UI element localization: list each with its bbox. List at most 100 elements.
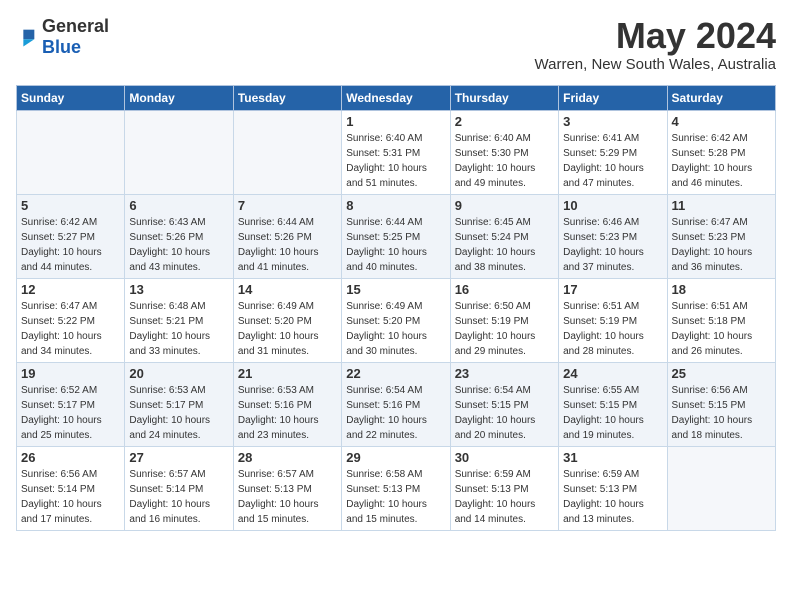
day-info: Sunrise: 6:59 AM Sunset: 5:13 PM Dayligh… bbox=[563, 467, 662, 527]
day-number: 30 bbox=[455, 450, 554, 465]
calendar-day-cell bbox=[17, 110, 125, 194]
day-info: Sunrise: 6:49 AM Sunset: 5:20 PM Dayligh… bbox=[346, 299, 445, 359]
day-number: 18 bbox=[672, 282, 771, 297]
calendar-day-cell: 10Sunrise: 6:46 AM Sunset: 5:23 PM Dayli… bbox=[559, 194, 667, 278]
day-info: Sunrise: 6:54 AM Sunset: 5:16 PM Dayligh… bbox=[346, 383, 445, 443]
day-number: 31 bbox=[563, 450, 662, 465]
day-number: 1 bbox=[346, 114, 445, 129]
day-info: Sunrise: 6:45 AM Sunset: 5:24 PM Dayligh… bbox=[455, 215, 554, 275]
calendar-day-cell: 21Sunrise: 6:53 AM Sunset: 5:16 PM Dayli… bbox=[233, 362, 341, 446]
logo-text: General Blue bbox=[42, 16, 109, 58]
calendar-day-cell: 30 Sunrise: 6:59 AM Sunset: 5:13 PM Dayli… bbox=[450, 446, 558, 530]
day-info: Sunrise: 6:47 AM Sunset: 5:23 PM Dayligh… bbox=[672, 215, 771, 275]
calendar-day-cell bbox=[667, 446, 775, 530]
day-info: Sunrise: 6:59 AM Sunset: 5:13 PM Dayligh… bbox=[455, 467, 554, 527]
calendar-day-cell: 28 Sunrise: 6:57 AM Sunset: 5:13 PM Dayli… bbox=[233, 446, 341, 530]
day-info: Sunrise: 6:42 AM Sunset: 5:28 PM Dayligh… bbox=[672, 131, 771, 191]
day-info: Sunrise: 6:56 AM Sunset: 5:14 PM Dayligh… bbox=[21, 467, 120, 527]
calendar-header-saturday: Saturday bbox=[667, 85, 775, 110]
day-number: 7 bbox=[238, 198, 337, 213]
day-info: Sunrise: 6:58 AM Sunset: 5:13 PM Dayligh… bbox=[346, 467, 445, 527]
calendar-day-cell: 22 Sunrise: 6:54 AM Sunset: 5:16 PM Dayli… bbox=[342, 362, 450, 446]
calendar-day-cell: 5 Sunrise: 6:42 AM Sunset: 5:27 PM Daylig… bbox=[17, 194, 125, 278]
logo: General Blue bbox=[16, 16, 109, 58]
calendar-body: 1 Sunrise: 6:40 AM Sunset: 5:31 PM Daylig… bbox=[17, 110, 776, 530]
day-number: 27 bbox=[129, 450, 228, 465]
day-info: Sunrise: 6:57 AM Sunset: 5:13 PM Dayligh… bbox=[238, 467, 337, 527]
calendar-week-row: 26 Sunrise: 6:56 AM Sunset: 5:14 PM Dayli… bbox=[17, 446, 776, 530]
calendar-table: SundayMondayTuesdayWednesdayThursdayFrid… bbox=[16, 85, 776, 531]
calendar-day-cell: 27 Sunrise: 6:57 AM Sunset: 5:14 PM Dayli… bbox=[125, 446, 233, 530]
calendar-header-friday: Friday bbox=[559, 85, 667, 110]
day-number: 20 bbox=[129, 366, 228, 381]
day-number: 11 bbox=[672, 198, 771, 213]
calendar-week-row: 19 Sunrise: 6:52 AM Sunset: 5:17 PM Dayli… bbox=[17, 362, 776, 446]
day-number: 28 bbox=[238, 450, 337, 465]
day-number: 15 bbox=[346, 282, 445, 297]
day-number: 8 bbox=[346, 198, 445, 213]
day-info: Sunrise: 6:49 AM Sunset: 5:20 PM Dayligh… bbox=[238, 299, 337, 359]
calendar-day-cell: 15 Sunrise: 6:49 AM Sunset: 5:20 PM Dayli… bbox=[342, 278, 450, 362]
calendar-day-cell: 13Sunrise: 6:48 AM Sunset: 5:21 PM Dayli… bbox=[125, 278, 233, 362]
calendar-day-cell: 17 Sunrise: 6:51 AM Sunset: 5:19 PM Dayli… bbox=[559, 278, 667, 362]
day-number: 21 bbox=[238, 366, 337, 381]
day-info: Sunrise: 6:53 AM Sunset: 5:17 PM Dayligh… bbox=[129, 383, 228, 443]
calendar-header-row: SundayMondayTuesdayWednesdayThursdayFrid… bbox=[17, 85, 776, 110]
day-info: Sunrise: 6:51 AM Sunset: 5:18 PM Dayligh… bbox=[672, 299, 771, 359]
day-info: Sunrise: 6:42 AM Sunset: 5:27 PM Dayligh… bbox=[21, 215, 120, 275]
day-info: Sunrise: 6:47 AM Sunset: 5:22 PM Dayligh… bbox=[21, 299, 120, 359]
day-number: 4 bbox=[672, 114, 771, 129]
day-number: 22 bbox=[346, 366, 445, 381]
day-info: Sunrise: 6:51 AM Sunset: 5:19 PM Dayligh… bbox=[563, 299, 662, 359]
day-number: 29 bbox=[346, 450, 445, 465]
page-header: General Blue May 2024 Warren, New South … bbox=[16, 16, 776, 73]
calendar-day-cell: 11 Sunrise: 6:47 AM Sunset: 5:23 PM Dayli… bbox=[667, 194, 775, 278]
day-info: Sunrise: 6:57 AM Sunset: 5:14 PM Dayligh… bbox=[129, 467, 228, 527]
calendar-week-row: 12Sunrise: 6:47 AM Sunset: 5:22 PM Dayli… bbox=[17, 278, 776, 362]
logo-blue: Blue bbox=[42, 37, 81, 57]
day-number: 26 bbox=[21, 450, 120, 465]
calendar-day-cell: 31 Sunrise: 6:59 AM Sunset: 5:13 PM Dayli… bbox=[559, 446, 667, 530]
calendar-day-cell bbox=[233, 110, 341, 194]
day-number: 19 bbox=[21, 366, 120, 381]
day-info: Sunrise: 6:52 AM Sunset: 5:17 PM Dayligh… bbox=[21, 383, 120, 443]
day-info: Sunrise: 6:56 AM Sunset: 5:15 PM Dayligh… bbox=[672, 383, 771, 443]
calendar-day-cell: 1 Sunrise: 6:40 AM Sunset: 5:31 PM Daylig… bbox=[342, 110, 450, 194]
calendar-day-cell: 18 Sunrise: 6:51 AM Sunset: 5:18 PM Dayli… bbox=[667, 278, 775, 362]
calendar-day-cell: 3 Sunrise: 6:41 AM Sunset: 5:29 PM Daylig… bbox=[559, 110, 667, 194]
calendar-day-cell: 16Sunrise: 6:50 AM Sunset: 5:19 PM Dayli… bbox=[450, 278, 558, 362]
day-number: 2 bbox=[455, 114, 554, 129]
day-info: Sunrise: 6:55 AM Sunset: 5:15 PM Dayligh… bbox=[563, 383, 662, 443]
day-number: 25 bbox=[672, 366, 771, 381]
day-number: 6 bbox=[129, 198, 228, 213]
day-number: 16 bbox=[455, 282, 554, 297]
calendar-day-cell: 19 Sunrise: 6:52 AM Sunset: 5:17 PM Dayli… bbox=[17, 362, 125, 446]
day-number: 3 bbox=[563, 114, 662, 129]
day-info: Sunrise: 6:54 AM Sunset: 5:15 PM Dayligh… bbox=[455, 383, 554, 443]
day-info: Sunrise: 6:44 AM Sunset: 5:25 PM Dayligh… bbox=[346, 215, 445, 275]
day-number: 23 bbox=[455, 366, 554, 381]
calendar-day-cell: 2 Sunrise: 6:40 AM Sunset: 5:30 PM Daylig… bbox=[450, 110, 558, 194]
calendar-day-cell: 7Sunrise: 6:44 AM Sunset: 5:26 PM Daylig… bbox=[233, 194, 341, 278]
calendar-header-wednesday: Wednesday bbox=[342, 85, 450, 110]
day-number: 24 bbox=[563, 366, 662, 381]
calendar-day-cell: 26 Sunrise: 6:56 AM Sunset: 5:14 PM Dayli… bbox=[17, 446, 125, 530]
calendar-day-cell: 20 Sunrise: 6:53 AM Sunset: 5:17 PM Dayli… bbox=[125, 362, 233, 446]
calendar-day-cell bbox=[125, 110, 233, 194]
calendar-day-cell: 14Sunrise: 6:49 AM Sunset: 5:20 PM Dayli… bbox=[233, 278, 341, 362]
calendar-header-monday: Monday bbox=[125, 85, 233, 110]
logo-general: General bbox=[42, 16, 109, 36]
day-info: Sunrise: 6:41 AM Sunset: 5:29 PM Dayligh… bbox=[563, 131, 662, 191]
calendar-day-cell: 8 Sunrise: 6:44 AM Sunset: 5:25 PM Daylig… bbox=[342, 194, 450, 278]
day-info: Sunrise: 6:46 AM Sunset: 5:23 PM Dayligh… bbox=[563, 215, 662, 275]
day-info: Sunrise: 6:40 AM Sunset: 5:30 PM Dayligh… bbox=[455, 131, 554, 191]
calendar-header-thursday: Thursday bbox=[450, 85, 558, 110]
calendar-day-cell: 4 Sunrise: 6:42 AM Sunset: 5:28 PM Daylig… bbox=[667, 110, 775, 194]
day-number: 9 bbox=[455, 198, 554, 213]
day-info: Sunrise: 6:40 AM Sunset: 5:31 PM Dayligh… bbox=[346, 131, 445, 191]
day-number: 17 bbox=[563, 282, 662, 297]
day-number: 5 bbox=[21, 198, 120, 213]
day-info: Sunrise: 6:48 AM Sunset: 5:21 PM Dayligh… bbox=[129, 299, 228, 359]
calendar-week-row: 1 Sunrise: 6:40 AM Sunset: 5:31 PM Daylig… bbox=[17, 110, 776, 194]
calendar-day-cell: 6Sunrise: 6:43 AM Sunset: 5:26 PM Daylig… bbox=[125, 194, 233, 278]
